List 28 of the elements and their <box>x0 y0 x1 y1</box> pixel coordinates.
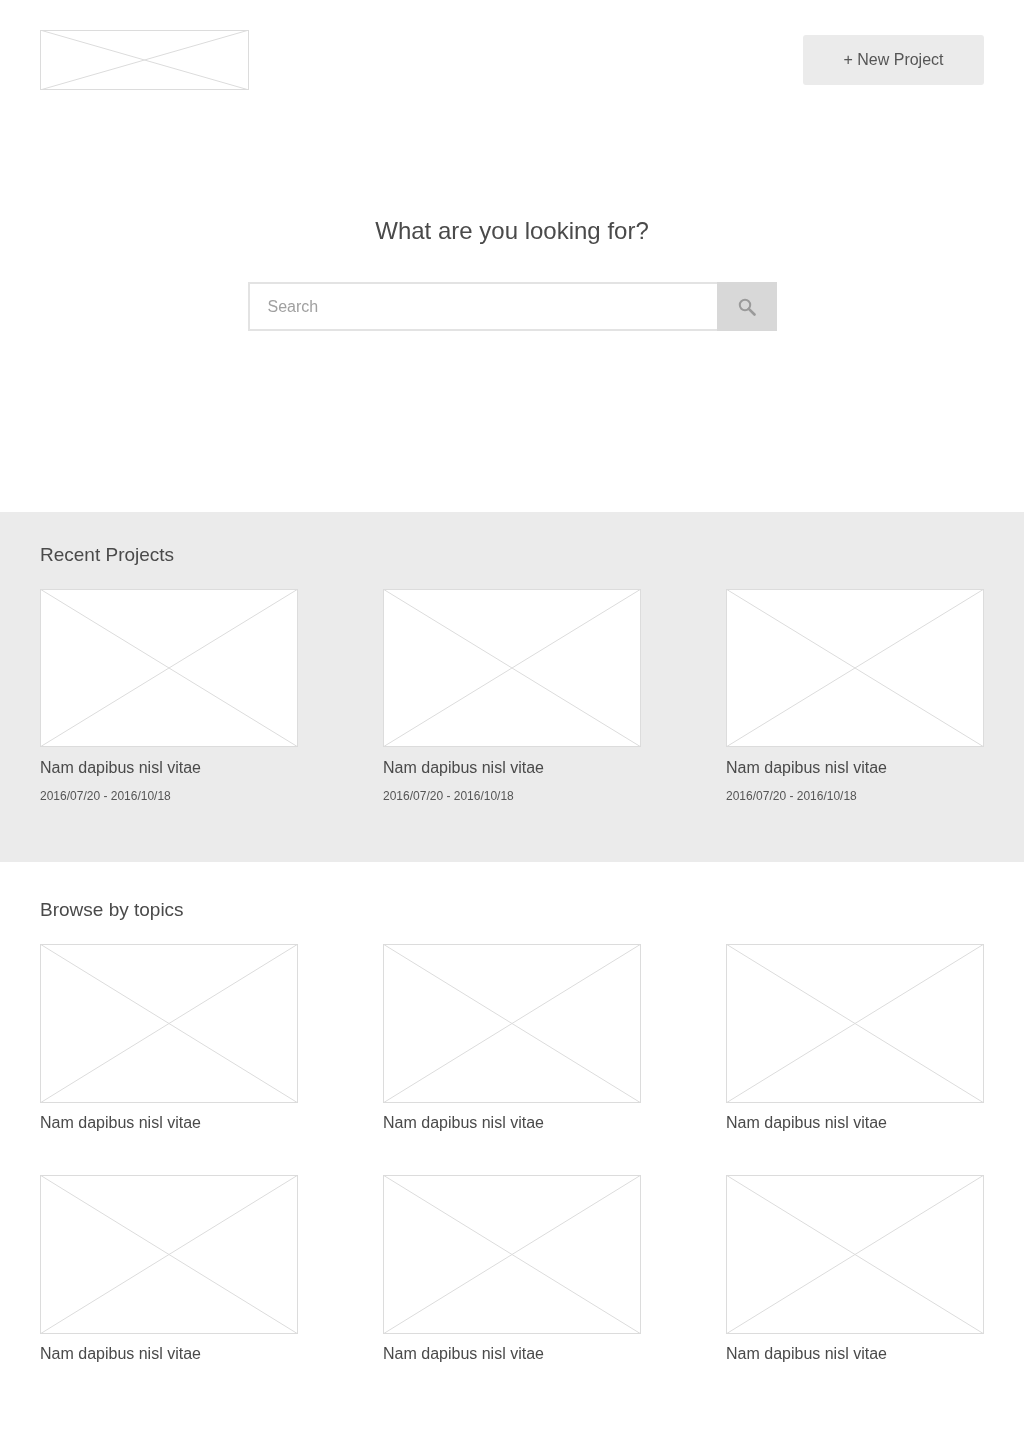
topic-name: Nam dapibus nisl vitae <box>383 1113 544 1133</box>
search-button[interactable] <box>716 282 777 331</box>
image-placeholder[interactable] <box>383 944 641 1103</box>
section-title: Recent Projects <box>40 543 176 567</box>
project-name: Nam dapibus nisl vitae <box>383 758 544 778</box>
project-name: Nam dapibus nisl vitae <box>726 758 887 778</box>
topic-name: Nam dapibus nisl vitae <box>383 1344 544 1364</box>
image-placeholder[interactable] <box>40 1175 298 1334</box>
image-placeholder[interactable] <box>726 944 984 1103</box>
image-placeholder[interactable] <box>383 589 641 747</box>
image-placeholder[interactable] <box>40 944 298 1103</box>
topic-name: Nam dapibus nisl vitae <box>726 1344 887 1364</box>
project-dates: 2016/07/20 - 2016/10/18 <box>383 788 514 804</box>
topic-name: Nam dapibus nisl vitae <box>726 1113 887 1133</box>
search-heading: What are you looking for? <box>375 216 649 246</box>
image-placeholder[interactable] <box>726 1175 984 1334</box>
search-icon <box>737 297 756 316</box>
image-placeholder[interactable] <box>726 589 984 747</box>
project-name: Nam dapibus nisl vitae <box>40 758 201 778</box>
new-project-button[interactable]: + New Project <box>803 35 984 85</box>
project-dates: 2016/07/20 - 2016/10/18 <box>726 788 857 804</box>
project-dates: 2016/07/20 - 2016/10/18 <box>40 788 171 804</box>
topic-name: Nam dapibus nisl vitae <box>40 1344 201 1364</box>
search-field[interactable]: Search <box>247 282 717 331</box>
topic-name: Nam dapibus nisl vitae <box>40 1113 201 1133</box>
section-title: Browse by topics <box>40 898 185 922</box>
image-placeholder[interactable] <box>40 589 298 747</box>
image-placeholder[interactable] <box>383 1175 641 1334</box>
